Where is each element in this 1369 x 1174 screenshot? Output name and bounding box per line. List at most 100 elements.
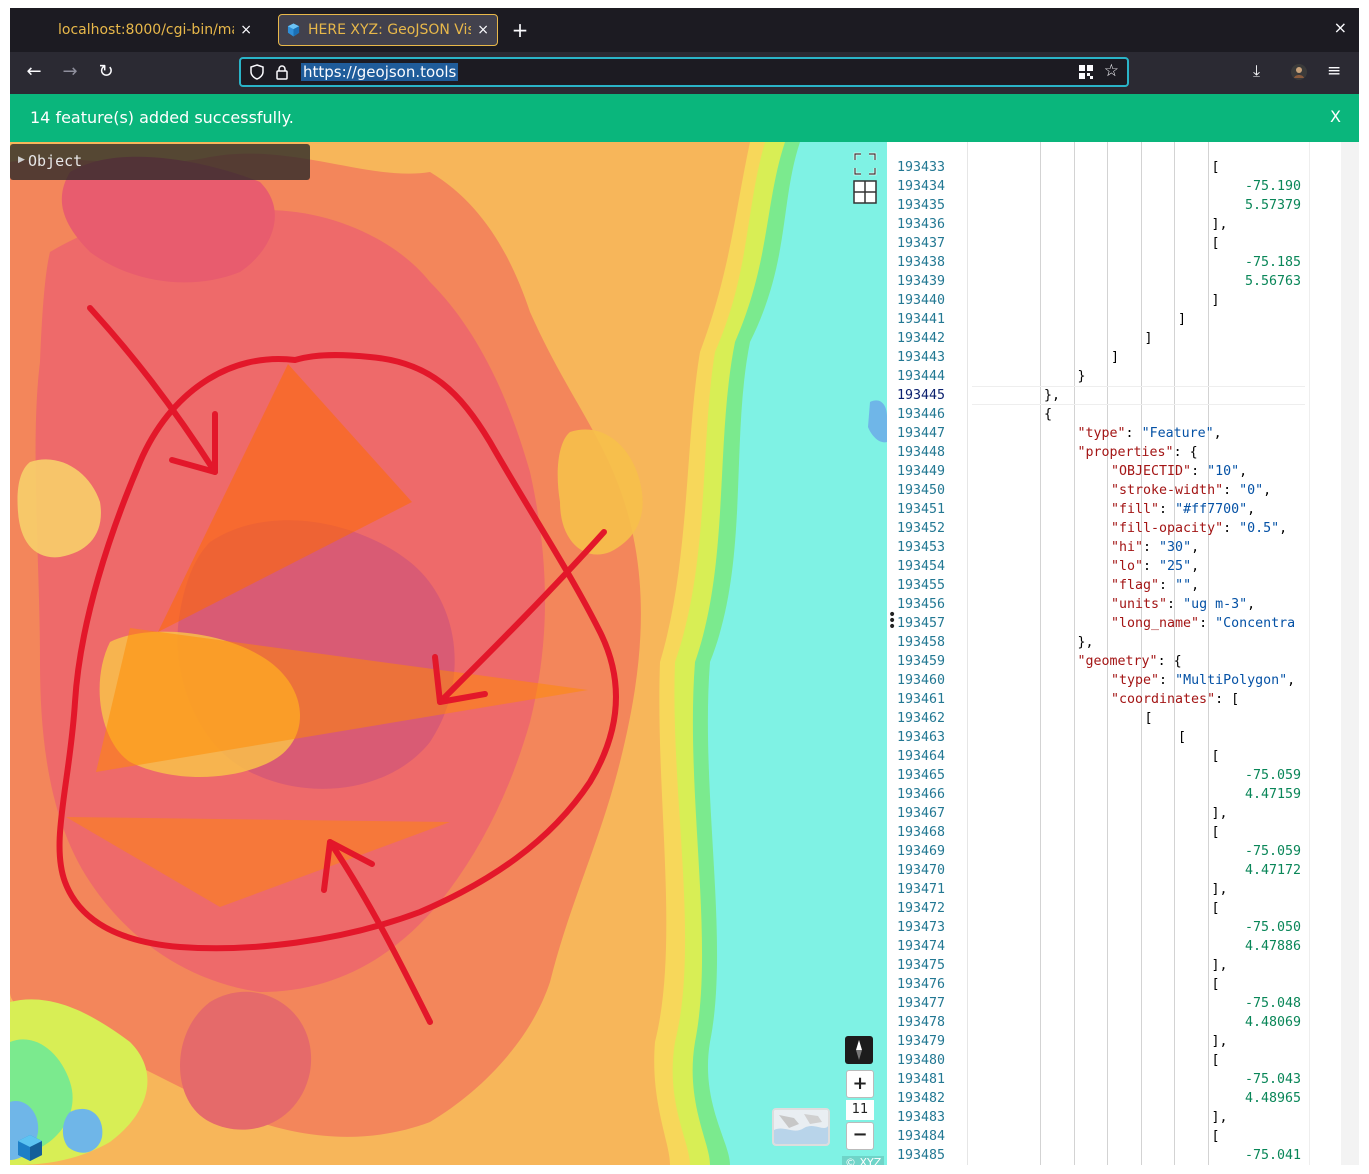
zoom-in-button[interactable]: + bbox=[846, 1070, 874, 1098]
code-line[interactable]: 193469 -75.059 bbox=[895, 842, 1305, 861]
tracking-shield-icon[interactable] bbox=[249, 64, 265, 80]
downloads-icon[interactable]: ⤓ bbox=[1253, 61, 1260, 81]
code-line[interactable]: 193477 -75.048 bbox=[895, 994, 1305, 1013]
json-punctuation: ], bbox=[1211, 217, 1228, 232]
new-tab-button[interactable]: + bbox=[510, 18, 530, 42]
code-line[interactable]: 193445}, bbox=[895, 386, 1305, 405]
geojson-code-editor[interactable]: 193433 [193434 -75.190 193435 5.57379 193436]… bbox=[895, 142, 1359, 1165]
code-line[interactable]: 193467], bbox=[895, 804, 1305, 823]
code-line[interactable]: 193462 [ bbox=[895, 709, 1305, 728]
code-line[interactable]: 193441] bbox=[895, 310, 1305, 329]
code-line[interactable]: 193460 "type": "MultiPolygon", bbox=[895, 671, 1305, 690]
lock-icon[interactable] bbox=[275, 64, 289, 80]
code-line[interactable]: 193463 [ bbox=[895, 728, 1305, 747]
code-line[interactable]: 193443] bbox=[895, 348, 1305, 367]
code-line[interactable]: 193452 "fill-opacity": "0.5", bbox=[895, 519, 1305, 538]
code-line[interactable]: 193446 { bbox=[895, 405, 1305, 424]
code-line[interactable]: 193447 "type": "Feature", bbox=[895, 424, 1305, 443]
line-number: 193438 bbox=[897, 255, 946, 270]
code-line[interactable]: 193455 "flag": "", bbox=[895, 576, 1305, 595]
code-line[interactable]: 193433 [ bbox=[895, 158, 1305, 177]
code-text: "coordinates": [ bbox=[1111, 692, 1240, 707]
json-string-value: "#ff7700" bbox=[1175, 502, 1248, 517]
json-punctuation: [ bbox=[1211, 825, 1220, 840]
line-number: 193437 bbox=[897, 236, 946, 251]
code-line[interactable]: 193466 4.47159 bbox=[895, 785, 1305, 804]
code-line[interactable]: 193480 [ bbox=[895, 1051, 1305, 1070]
code-text: [ bbox=[1212, 1051, 1220, 1070]
map-credit[interactable]: © XYZ bbox=[842, 1156, 885, 1165]
line-number: 193451 bbox=[897, 502, 946, 517]
code-line[interactable]: 193438 -75.185 bbox=[895, 253, 1305, 272]
code-line[interactable]: 193456 "units": "ug m-3", bbox=[895, 595, 1305, 614]
json-string-value: "" bbox=[1175, 578, 1192, 593]
tab-close-icon[interactable]: × bbox=[240, 22, 252, 38]
qr-code-icon[interactable] bbox=[1079, 65, 1093, 79]
window-close-icon[interactable]: × bbox=[1334, 18, 1347, 37]
forward-button[interactable]: → bbox=[58, 61, 82, 82]
map-view[interactable]: ▶ Object + 11 − © XYZ bbox=[10, 142, 887, 1165]
address-bar[interactable]: https://geojson.tools ☆ bbox=[239, 57, 1129, 87]
code-line[interactable]: 193482 4.48965 bbox=[895, 1089, 1305, 1108]
profile-avatar-icon[interactable] bbox=[1291, 64, 1307, 80]
code-line[interactable]: 193450 "stroke-width": "0", bbox=[895, 481, 1305, 500]
fullscreen-icon[interactable] bbox=[853, 152, 877, 176]
url-text[interactable]: https://geojson.tools bbox=[301, 63, 459, 81]
code-line[interactable]: 193470 4.47172 bbox=[895, 861, 1305, 880]
code-line[interactable]: 193483], bbox=[895, 1108, 1305, 1127]
code-line[interactable]: 193436], bbox=[895, 215, 1305, 234]
menu-icon[interactable]: ≡ bbox=[1327, 61, 1341, 81]
code-line[interactable]: 193449 "OBJECTID": "10", bbox=[895, 462, 1305, 481]
code-line[interactable]: 193439 5.56763 bbox=[895, 272, 1305, 291]
bookmark-star-icon[interactable]: ☆ bbox=[1104, 61, 1119, 81]
code-line[interactable]: 193435 5.57379 bbox=[895, 196, 1305, 215]
tab-close-icon[interactable]: × bbox=[477, 22, 489, 38]
reload-button[interactable]: ↻ bbox=[94, 61, 118, 82]
compass-icon[interactable] bbox=[845, 1036, 873, 1064]
panel-splitter[interactable]: • • • bbox=[887, 142, 896, 1165]
code-line[interactable]: 193451 "fill": "#ff7700", bbox=[895, 500, 1305, 519]
layers-grid-icon[interactable] bbox=[853, 180, 877, 204]
code-line[interactable]: 193465 -75.059 bbox=[895, 766, 1305, 785]
code-text: "type": "MultiPolygon", bbox=[1111, 673, 1296, 688]
tab-localhost-maps[interactable]: localhost:8000/cgi-bin/maps × bbox=[50, 14, 260, 46]
code-line[interactable]: 193457 "long_name": "Concentra bbox=[895, 614, 1305, 633]
heatmap-canvas[interactable] bbox=[10, 142, 887, 1165]
tab-geojson-tools[interactable]: HERE XYZ: GeoJSON Visu × bbox=[278, 14, 498, 46]
code-line[interactable]: 193453 "hi": "30", bbox=[895, 538, 1305, 557]
basemap-thumbnail[interactable] bbox=[772, 1108, 830, 1146]
editor-minimap[interactable] bbox=[1309, 142, 1342, 1165]
editor-scrollbar[interactable] bbox=[1341, 142, 1359, 1165]
code-text: [ bbox=[1212, 158, 1220, 177]
json-key: "lo" bbox=[1111, 559, 1144, 574]
code-line[interactable]: 193478 4.48069 bbox=[895, 1013, 1305, 1032]
code-line[interactable]: 193444} bbox=[895, 367, 1305, 386]
code-line[interactable]: 193458}, bbox=[895, 633, 1305, 652]
code-line[interactable]: 193448 "properties": { bbox=[895, 443, 1305, 462]
code-line[interactable]: 193468 [ bbox=[895, 823, 1305, 842]
back-button[interactable]: ← bbox=[22, 61, 46, 82]
code-line[interactable]: 193437 [ bbox=[895, 234, 1305, 253]
code-line[interactable]: 193440] bbox=[895, 291, 1305, 310]
code-line[interactable]: 193485 -75.041 bbox=[895, 1146, 1305, 1165]
code-line[interactable]: 193484 [ bbox=[895, 1127, 1305, 1146]
code-line[interactable]: 193442] bbox=[895, 329, 1305, 348]
code-line[interactable]: 193454 "lo": "25", bbox=[895, 557, 1305, 576]
notification-dismiss-button[interactable]: X bbox=[1330, 107, 1341, 126]
zoom-out-button[interactable]: − bbox=[846, 1122, 874, 1150]
code-line[interactable]: 193471], bbox=[895, 880, 1305, 899]
code-line[interactable]: 193474 4.47886 bbox=[895, 937, 1305, 956]
code-line[interactable]: 193481 -75.043 bbox=[895, 1070, 1305, 1089]
code-line[interactable]: 193464 [ bbox=[895, 747, 1305, 766]
code-line[interactable]: 193475], bbox=[895, 956, 1305, 975]
code-line[interactable]: 193472 [ bbox=[895, 899, 1305, 918]
code-line[interactable]: 193476 [ bbox=[895, 975, 1305, 994]
object-inspector-panel[interactable]: ▶ Object bbox=[10, 144, 310, 180]
xyz-logo-icon[interactable] bbox=[16, 1134, 44, 1162]
code-line[interactable]: 193473 -75.050 bbox=[895, 918, 1305, 937]
code-line[interactable]: 193461 "coordinates": [ bbox=[895, 690, 1305, 709]
expand-triangle-icon[interactable]: ▶ bbox=[18, 155, 25, 165]
code-line[interactable]: 193459 "geometry": { bbox=[895, 652, 1305, 671]
code-line[interactable]: 193479], bbox=[895, 1032, 1305, 1051]
code-line[interactable]: 193434 -75.190 bbox=[895, 177, 1305, 196]
